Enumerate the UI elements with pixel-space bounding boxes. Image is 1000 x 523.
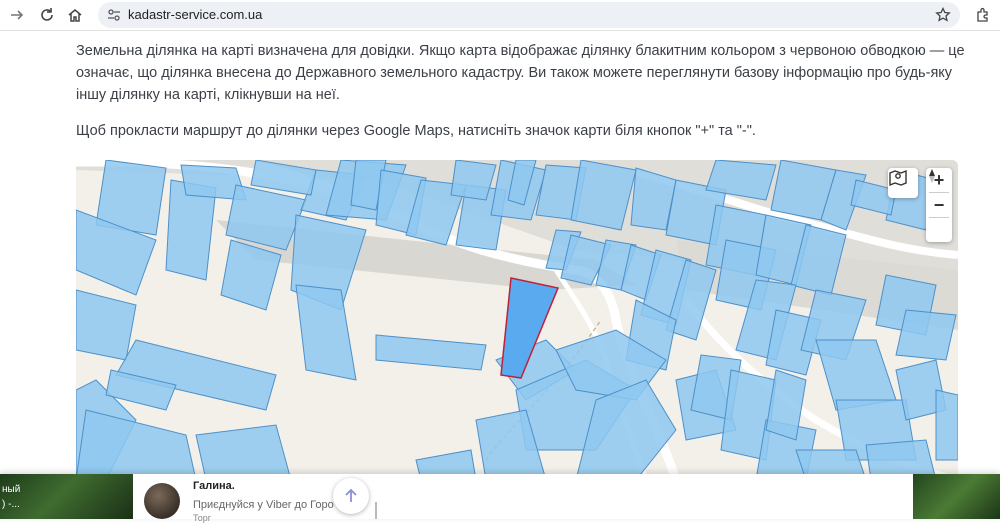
zoom-controls: + − [926, 168, 952, 242]
map-route-icon [889, 169, 907, 187]
url-text: kadastr-service.com.ua [128, 7, 263, 22]
extensions-button[interactable] [972, 4, 994, 26]
ad-left-text: ) -... [2, 499, 20, 510]
arrow-up-icon [345, 488, 357, 502]
ad-sender-name: Галина. [193, 480, 235, 492]
zoom-out-button[interactable]: − [926, 193, 952, 217]
compass-icon [929, 169, 935, 183]
reload-icon [41, 8, 53, 21]
avatar[interactable] [144, 483, 180, 519]
ad-right-image[interactable] [913, 474, 1000, 519]
route-hint-paragraph: Щоб прокласти маршрут до ділянки через G… [76, 123, 756, 139]
ad-divider [375, 502, 377, 519]
reload-button[interactable] [36, 4, 58, 26]
page-content: Земельна ділянка на карті визначена для … [76, 40, 966, 156]
site-settings-icon[interactable] [107, 8, 121, 22]
bookmark-star-icon[interactable] [935, 7, 951, 23]
scroll-to-top-button[interactable] [333, 478, 369, 514]
google-maps-route-button[interactable] [888, 168, 918, 198]
reset-north-button[interactable] [926, 169, 952, 242]
forward-button[interactable] [6, 4, 28, 26]
arrow-right-icon [11, 10, 24, 20]
cadastral-map[interactable]: + − [76, 160, 958, 480]
ad-banner[interactable]: ный ) -... Галина. Приєднуйся у Viber до… [0, 474, 1000, 523]
puzzle-icon [977, 7, 988, 22]
ad-message-secondary: Торг [193, 513, 212, 523]
info-paragraph: Земельна ділянка на карті визначена для … [76, 43, 965, 103]
ad-message: Приєднуйся у Viber до Горо [193, 499, 334, 511]
home-icon [68, 9, 82, 22]
ad-left-image[interactable]: ный ) -... [0, 474, 133, 519]
address-bar[interactable]: kadastr-service.com.ua [98, 2, 960, 28]
browser-toolbar: kadastr-service.com.ua [0, 0, 1000, 31]
map-canvas[interactable] [76, 160, 958, 480]
home-button[interactable] [64, 4, 86, 26]
ad-left-text: ный [2, 484, 21, 495]
